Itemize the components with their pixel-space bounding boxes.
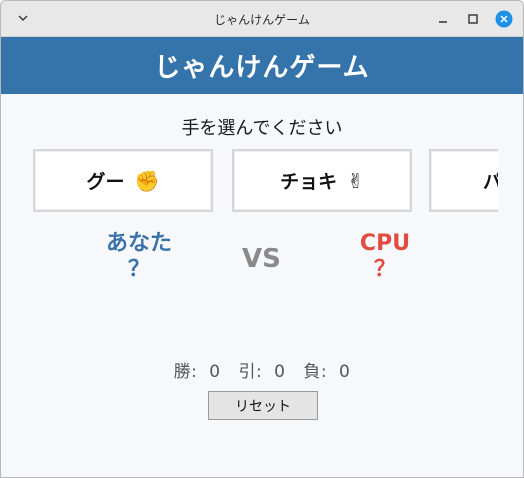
choose-hand-prompt: 手を選んでください	[181, 118, 343, 139]
versus-label: VS	[242, 244, 281, 274]
victory-hand-icon: ✌	[347, 168, 364, 193]
paper-label: パ	[483, 167, 498, 194]
losses-label: 負:	[303, 362, 328, 382]
rock-button[interactable]: グー ✊	[33, 149, 213, 212]
scissors-button[interactable]: チョキ ✌	[232, 149, 412, 212]
app-header: じゃんけんゲーム	[1, 37, 523, 94]
app-header-title: じゃんけんゲーム	[154, 53, 370, 83]
app-window: じゃんけんゲーム じゃんけんゲーム 手を選んでください グー ✊ チョキ ✌ パ…	[0, 0, 524, 478]
close-icon[interactable]	[495, 10, 513, 28]
rock-label: グー	[86, 171, 125, 193]
minimize-icon[interactable]	[434, 10, 452, 28]
hand-choices: グー ✊ チョキ ✌ パ	[1, 149, 498, 219]
player-hand: ？	[127, 257, 150, 282]
draws-count: 0	[274, 362, 286, 382]
score-line: 勝: 0 引: 0 負: 0	[1, 357, 523, 382]
paper-button[interactable]: パ	[429, 149, 498, 212]
cpu-panel: CPU ？	[325, 231, 445, 283]
losses-count: 0	[339, 362, 351, 382]
wins-count: 0	[209, 362, 221, 382]
reset-button[interactable]: リセット	[208, 391, 318, 420]
maximize-icon[interactable]	[464, 10, 482, 28]
title-bar: じゃんけんゲーム	[1, 1, 523, 37]
draws-label: 引:	[238, 362, 263, 382]
wins-label: 勝:	[173, 362, 198, 382]
player-panel: あなた ？	[79, 231, 199, 283]
scissors-label: チョキ	[280, 171, 338, 193]
fist-icon: ✊	[134, 168, 160, 193]
cpu-name: CPU	[359, 231, 411, 256]
player-name: あなた	[105, 231, 172, 256]
cpu-hand: ？	[373, 257, 396, 282]
